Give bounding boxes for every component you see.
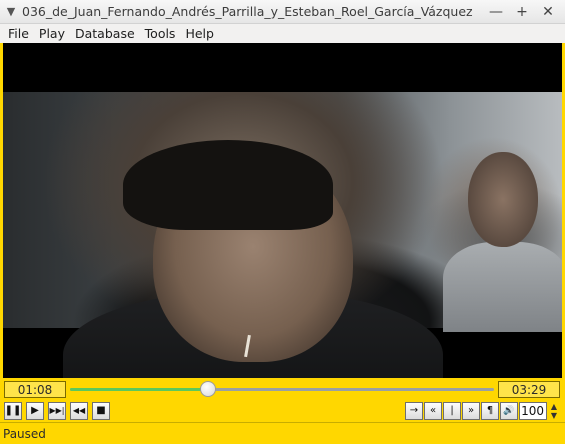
subject-hair bbox=[123, 140, 333, 230]
menu-database[interactable]: Database bbox=[70, 26, 140, 41]
bar-icon: | bbox=[450, 405, 454, 416]
double-right-icon: » bbox=[467, 405, 475, 416]
volume-field[interactable]: 100 bbox=[519, 402, 547, 420]
bar-button[interactable]: | bbox=[443, 402, 461, 420]
stop-icon: ■ bbox=[96, 405, 106, 416]
video-area[interactable] bbox=[3, 43, 562, 378]
menu-play[interactable]: Play bbox=[34, 26, 70, 41]
menu-bar: File Play Database Tools Help bbox=[0, 24, 565, 43]
window-title: 036_de_Juan_Fernando_Andrés_Parrilla_y_E… bbox=[22, 4, 473, 19]
elapsed-time: 01:08 bbox=[4, 381, 66, 398]
video-frame bbox=[3, 92, 562, 378]
window-controls: — + ✕ bbox=[489, 2, 565, 22]
seek-track[interactable] bbox=[70, 388, 494, 391]
play-button[interactable]: ▶ bbox=[26, 402, 44, 420]
pilcrow-icon: ¶ bbox=[486, 405, 494, 416]
arrow-right-icon: → bbox=[409, 405, 419, 416]
window-menu-icon[interactable]: ▼ bbox=[0, 5, 22, 18]
minimize-icon[interactable]: — bbox=[489, 2, 503, 22]
seek-row: 01:08 03:29 bbox=[0, 378, 565, 400]
double-right-button[interactable]: » bbox=[462, 402, 480, 420]
stop-button[interactable]: ■ bbox=[92, 402, 110, 420]
background-figure-head bbox=[468, 152, 538, 247]
play-icon: ▶ bbox=[31, 405, 39, 416]
volume-button[interactable]: 🔊 bbox=[500, 402, 518, 420]
chevron-up-icon[interactable]: ▲ bbox=[551, 402, 557, 411]
pause-button[interactable]: ❚❚ bbox=[4, 402, 22, 420]
volume-icon: 🔊 bbox=[503, 405, 515, 416]
skip-next-icon: ▶▶| bbox=[49, 406, 65, 415]
pause-icon: ❚❚ bbox=[4, 405, 22, 416]
background-figure-body bbox=[443, 242, 562, 332]
volume-stepper[interactable]: ▲ ▼ bbox=[548, 402, 560, 420]
status-text: Paused bbox=[3, 426, 46, 441]
menu-tools[interactable]: Tools bbox=[140, 26, 181, 41]
skip-next-button[interactable]: ▶▶| bbox=[48, 402, 66, 420]
chevron-down-icon[interactable]: ▼ bbox=[551, 411, 557, 420]
controls-bar: ❚❚ ▶ ▶▶| ◀◀ ■ → « | » ¶ 🔊 100 ▲ ▼ bbox=[0, 401, 565, 421]
menu-help[interactable]: Help bbox=[180, 26, 219, 41]
double-left-button[interactable]: « bbox=[424, 402, 442, 420]
maximize-icon[interactable]: + bbox=[515, 2, 529, 22]
seek-progress bbox=[70, 388, 208, 391]
arrow-right-button[interactable]: → bbox=[405, 402, 423, 420]
menu-file[interactable]: File bbox=[3, 26, 34, 41]
total-time: 03:29 bbox=[498, 381, 560, 398]
seek-handle[interactable] bbox=[199, 381, 216, 397]
status-bar: Paused bbox=[0, 422, 565, 444]
double-left-icon: « bbox=[429, 405, 437, 416]
title-bar[interactable]: ▼ 036_de_Juan_Fernando_Andrés_Parrilla_y… bbox=[0, 0, 565, 24]
close-icon[interactable]: ✕ bbox=[541, 2, 555, 22]
rewind-button[interactable]: ◀◀ bbox=[70, 402, 88, 420]
media-player-window: ▼ 036_de_Juan_Fernando_Andrés_Parrilla_y… bbox=[0, 0, 565, 444]
pilcrow-button[interactable]: ¶ bbox=[481, 402, 499, 420]
rewind-icon: ◀◀ bbox=[72, 406, 86, 415]
